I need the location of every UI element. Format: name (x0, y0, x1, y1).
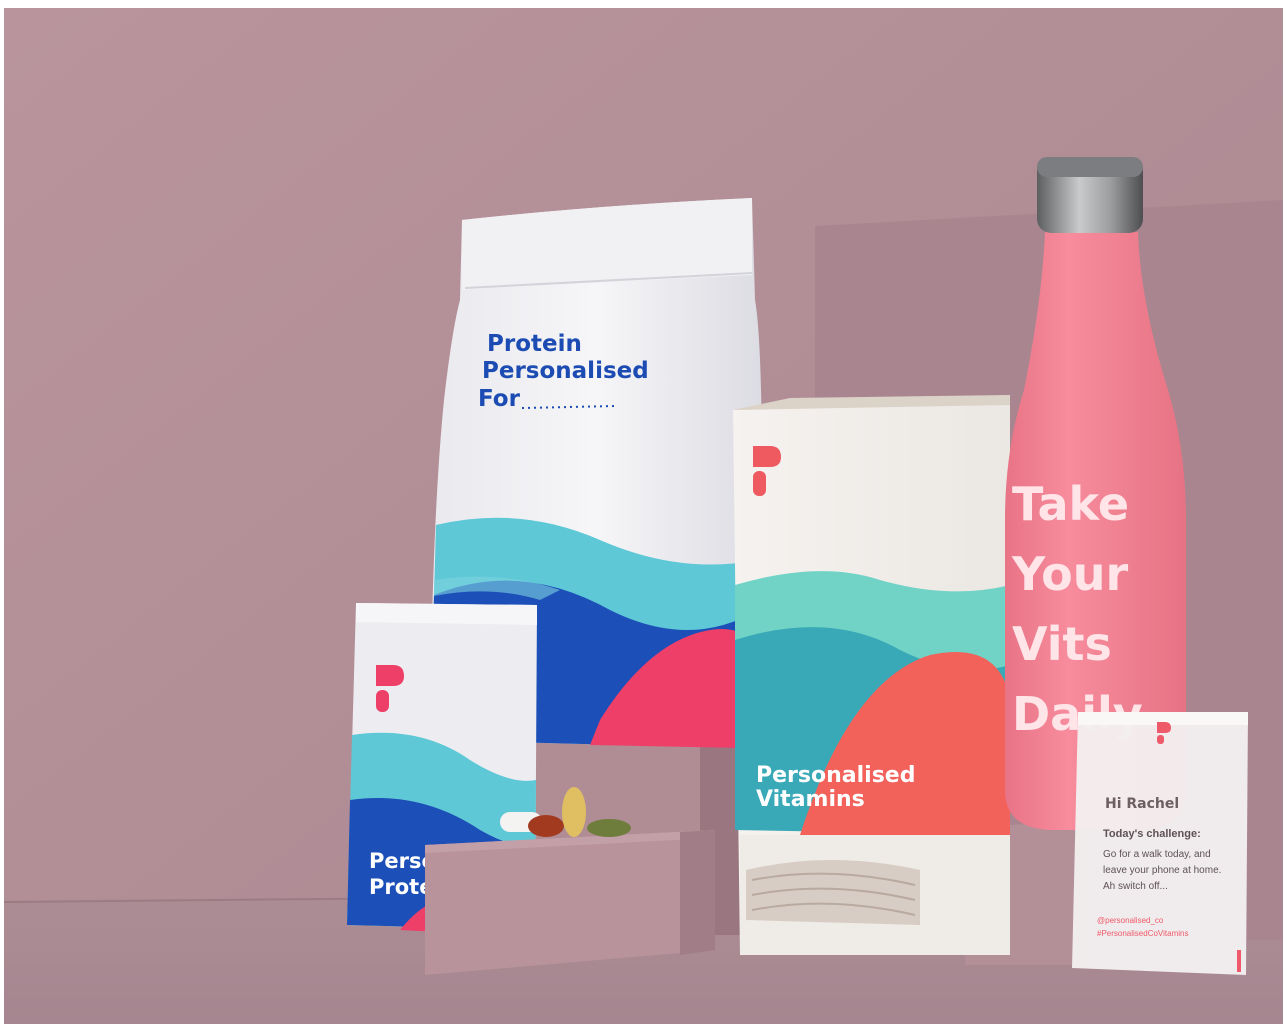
vitamin-box: Personalised Vitamins (733, 395, 1010, 955)
box-line2: Vitamins (756, 787, 865, 812)
sachet-challenge-line3: Ah switch off... (1103, 881, 1168, 892)
sachet-handle1: @personalised_co (1097, 916, 1164, 925)
sachet-greeting: Hi Rachel (1105, 796, 1179, 812)
sachet-handle2: #PersonalisedCoVitamins (1097, 929, 1188, 938)
pill-pedestal (425, 830, 715, 975)
sachet-challenge-line2: leave your phone at home. (1103, 865, 1221, 876)
product-photo: Protein Personalised For Perso Protei Pe… (0, 0, 1287, 1027)
green-tablet (587, 819, 631, 837)
sachet: Hi Rachel Today's challenge: Go for a wa… (1072, 712, 1248, 975)
bottle-line2: Your (1011, 547, 1128, 601)
bottle-line3: Vits (1012, 617, 1112, 671)
bottle-line1: Take (1012, 477, 1129, 531)
softgel-capsule (562, 787, 586, 837)
box-line1: Personalised (756, 763, 915, 788)
bag-line2: Personalised (482, 358, 649, 384)
product-scene: Protein Personalised For Perso Protei Pe… (0, 0, 1287, 1027)
sachet-challenge-line1: Go for a walk today, and (1103, 849, 1211, 860)
bag-line1: Protein (487, 331, 582, 357)
bag-line3: For (478, 386, 521, 412)
red-tablet (528, 815, 564, 837)
sachet-challenge-title: Today's challenge: (1103, 828, 1201, 840)
